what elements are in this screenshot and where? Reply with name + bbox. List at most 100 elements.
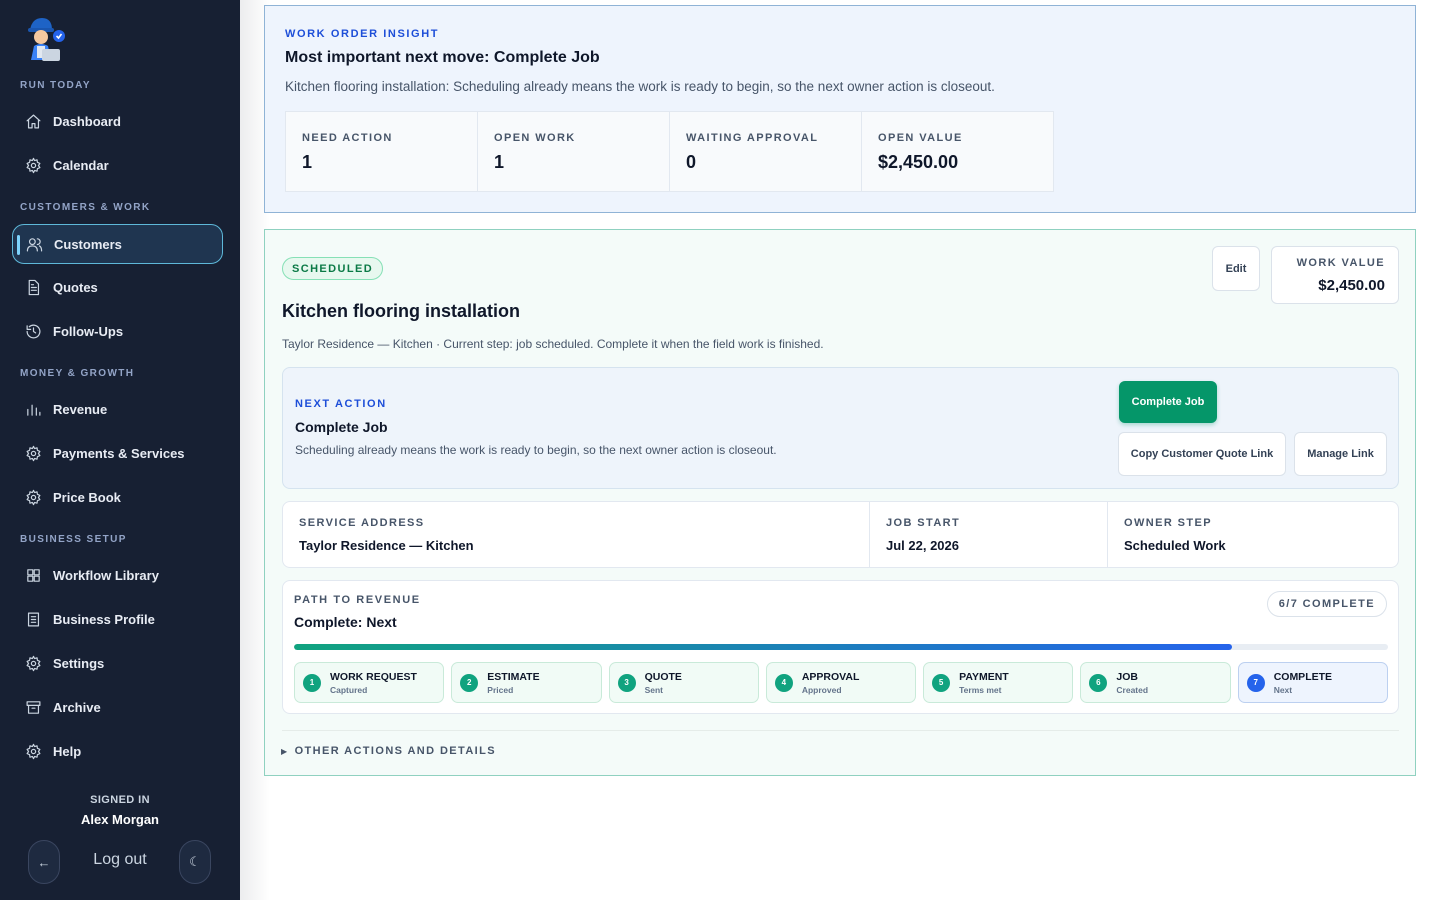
work-order-insight-card: WORK ORDER INSIGHT Most important next m… (264, 5, 1416, 213)
stat-need-action: NEED ACTION 1 (286, 112, 478, 191)
step-number: 4 (774, 673, 793, 692)
next-action-panel: NEXT ACTION Complete Job Scheduling alre… (282, 367, 1399, 489)
gear-icon (24, 488, 42, 506)
completion-pill: 6/7 COMPLETE (1266, 591, 1387, 617)
complete-job-button[interactable]: Complete Job (1119, 381, 1217, 423)
back-arrow-button[interactable]: ← (28, 840, 60, 884)
insight-eyebrow: WORK ORDER INSIGHT (285, 28, 440, 40)
users-icon (25, 235, 43, 253)
building-icon (24, 610, 42, 628)
work-value-label: WORK VALUE (1296, 257, 1385, 269)
work-value-amount: $2,450.00 (1318, 277, 1385, 294)
step-work-request[interactable]: 1 WORK REQUEST Captured (294, 662, 445, 703)
stat-label: NEED ACTION (302, 132, 393, 144)
sidebar-item-calendar[interactable]: Calendar (12, 145, 223, 185)
info-value: Scheduled Work (1124, 538, 1226, 553)
sidebar-item-price-book[interactable]: Price Book (12, 477, 223, 517)
sidebar-item-help[interactable]: Help (12, 731, 223, 771)
section-label-business-setup: BUSINESS SETUP (20, 534, 127, 545)
step-payment[interactable]: 5 PAYMENT Terms met (923, 662, 1074, 703)
sidebar-item-label: Quotes (53, 279, 98, 295)
sidebar-item-payments-services[interactable]: Payments & Services (12, 433, 223, 473)
caret-right-icon: ▶ (281, 746, 289, 756)
path-to-revenue-panel: PATH TO REVENUE Complete: Next 6/7 COMPL… (282, 580, 1399, 714)
stat-open-work: OPEN WORK 1 (478, 112, 670, 191)
sidebar-item-settings[interactable]: Settings (12, 643, 223, 683)
sidebar-item-label: Calendar (53, 157, 109, 173)
section-label-customers-work: CUSTOMERS & WORK (20, 202, 151, 213)
stat-waiting-approval: WAITING APPROVAL 0 (670, 112, 862, 191)
progress-fill (294, 644, 1232, 650)
step-name: COMPLETE (1273, 670, 1333, 683)
step-job[interactable]: 6 JOB Created (1080, 662, 1231, 703)
step-number: 7 (1246, 673, 1265, 692)
sidebar-item-label: Payments & Services (53, 445, 185, 461)
sidebar-item-customers[interactable]: Customers (12, 224, 223, 264)
work-order-card: SCHEDULED Edit WORK VALUE $2,450.00 Kitc… (264, 229, 1416, 776)
archive-icon (24, 698, 42, 716)
step-number: 1 (303, 673, 321, 692)
gear-icon (24, 654, 42, 672)
bar-chart-icon (24, 400, 42, 418)
stat-value: $2,450.00 (878, 152, 959, 172)
document-icon (24, 278, 42, 296)
step-status: Sent (644, 684, 663, 695)
step-status: Captured (330, 684, 368, 695)
sidebar-item-business-profile[interactable]: Business Profile (12, 599, 223, 639)
sidebar-item-label: Dashboard (53, 113, 121, 129)
section-label-run-today: RUN TODAY (20, 80, 91, 91)
step-name: APPROVAL (801, 670, 860, 683)
sidebar-item-follow-ups[interactable]: Follow-Ups (12, 311, 223, 351)
step-number: 2 (460, 673, 479, 692)
stat-open-value: OPEN VALUE $2,450.00 (862, 112, 1053, 191)
service-address-cell: SERVICE ADDRESS Taylor Residence — Kitch… (283, 502, 870, 567)
step-number: 6 (1089, 673, 1108, 692)
step-quote[interactable]: 3 QUOTE Sent (608, 662, 759, 703)
step-approval[interactable]: 4 APPROVAL Approved (765, 662, 917, 703)
info-label: JOB START (886, 517, 961, 529)
next-action-description: Scheduling already means the work is rea… (295, 443, 777, 457)
step-estimate[interactable]: 2 ESTIMATE Priced (451, 662, 602, 703)
progress-bar (294, 644, 1388, 650)
status-badge: SCHEDULED (282, 257, 384, 280)
other-actions-toggle[interactable]: ▶ OTHER ACTIONS AND DETAILS (281, 745, 496, 757)
sidebar-item-dashboard[interactable]: Dashboard (12, 101, 223, 141)
step-name: ESTIMATE (487, 670, 540, 683)
info-label: OWNER STEP (1124, 517, 1212, 529)
sidebar-item-revenue[interactable]: Revenue (12, 389, 223, 429)
work-title: Kitchen flooring installation (282, 301, 520, 321)
step-name: QUOTE (644, 670, 682, 683)
sidebar-item-workflow-library[interactable]: Workflow Library (12, 555, 223, 595)
manage-link-button[interactable]: Manage Link (1294, 432, 1387, 476)
sidebar-item-label: Business Profile (53, 611, 155, 627)
stat-label: OPEN VALUE (878, 132, 963, 144)
gear-icon (24, 742, 42, 760)
step-status: Terms met (959, 684, 1002, 695)
gear-icon (24, 156, 42, 174)
step-number: 3 (617, 673, 636, 692)
path-eyebrow: PATH TO REVENUE (294, 594, 421, 606)
logout-button[interactable]: Log out (72, 851, 168, 869)
sidebar-item-quotes[interactable]: Quotes (12, 267, 223, 307)
path-title: Complete: Next (294, 614, 397, 630)
stat-value: 1 (302, 152, 313, 172)
work-subtitle: Taylor Residence — Kitchen · Current ste… (282, 337, 824, 351)
work-value-box: WORK VALUE $2,450.00 (1271, 246, 1399, 304)
sidebar-item-label: Archive (53, 699, 101, 715)
sidebar: RUN TODAY Dashboard Calendar CUSTOMERS &… (0, 0, 240, 900)
next-action-title: Complete Job (295, 419, 388, 435)
sidebar-item-label: Workflow Library (53, 567, 159, 583)
user-name: Alex Morgan (80, 812, 159, 827)
theme-toggle-button[interactable]: ☾ (179, 840, 211, 884)
owner-step-cell: OWNER STEP Scheduled Work (1108, 502, 1398, 567)
copy-customer-quote-link-button[interactable]: Copy Customer Quote Link (1118, 432, 1286, 476)
stat-value: 1 (494, 152, 505, 172)
edit-button[interactable]: Edit (1212, 246, 1260, 291)
grid-icon (24, 566, 42, 584)
signed-in-label: SIGNED IN (90, 794, 150, 806)
stat-label: WAITING APPROVAL (686, 132, 819, 144)
step-complete[interactable]: 7 COMPLETE Next (1237, 662, 1388, 703)
sidebar-item-label: Follow-Ups (53, 323, 124, 339)
worker-avatar-logo (22, 16, 68, 64)
sidebar-item-archive[interactable]: Archive (12, 687, 223, 727)
